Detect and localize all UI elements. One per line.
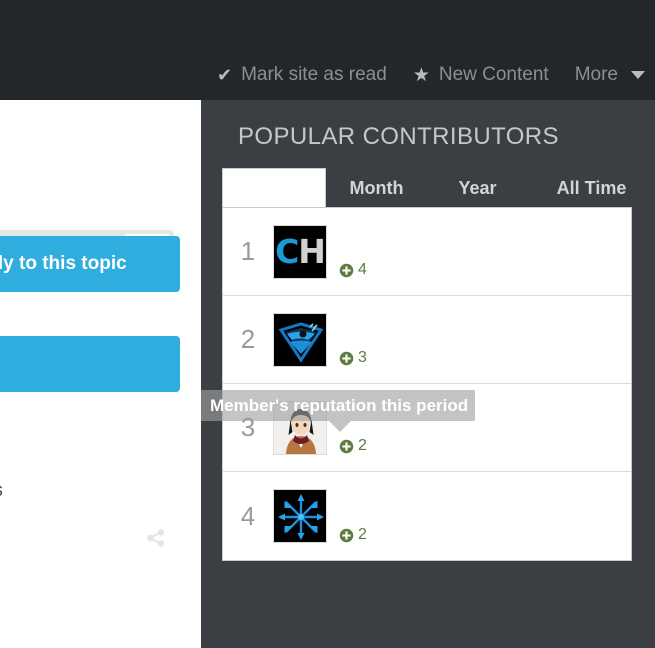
- reputation-value: 2: [358, 526, 367, 543]
- reputation-badge[interactable]: 4: [339, 261, 367, 279]
- share-icon[interactable]: [146, 528, 166, 548]
- contributor-rank: 2: [240, 324, 256, 354]
- reputation-badge[interactable]: 3: [339, 349, 367, 367]
- star-icon: ★: [412, 64, 430, 86]
- list-item[interactable]: 4 2: [223, 472, 631, 560]
- superman-shield-glyph: [274, 313, 326, 366]
- tooltip-arrow-icon: [329, 421, 351, 432]
- reply-to-this-topic-button[interactable]: Reply to this topic: [0, 236, 180, 292]
- mark-site-as-read-button[interactable]: ✔ Mark site as read: [217, 64, 387, 86]
- plus-circle-icon: [339, 351, 354, 365]
- reply-to-this-topic-label: Reply to this topic: [0, 253, 127, 274]
- top-navigation-bar: ✔ Mark site as read ★ New Content More: [0, 0, 655, 100]
- more-label: More: [574, 64, 618, 85]
- tab-year[interactable]: Year: [427, 168, 528, 208]
- contributors-list: 1 CH 4 2 3 3 2 4 2: [222, 207, 632, 561]
- contributor-rank: 1: [240, 236, 256, 266]
- blue-starburst-glyph: [274, 490, 326, 542]
- tab-month[interactable]: Month: [326, 168, 427, 208]
- ch-logo-glyph: CH: [275, 232, 326, 271]
- reputation-value: 3: [358, 349, 367, 366]
- tab-week[interactable]: [222, 168, 326, 208]
- reputation-badge[interactable]: 2: [339, 526, 367, 544]
- reputation-value: 4: [358, 261, 367, 278]
- reputation-value: 2: [358, 437, 367, 454]
- new-content-label: New Content: [438, 64, 549, 85]
- contributor-rank: 4: [240, 500, 256, 531]
- more-menu-button[interactable]: More: [575, 64, 645, 86]
- secondary-action-button[interactable]: [0, 336, 180, 392]
- list-item[interactable]: 1 CH 4: [223, 208, 631, 296]
- reputation-badge[interactable]: 2: [339, 437, 367, 455]
- check-icon: ✔: [216, 65, 233, 85]
- plus-circle-icon: [339, 263, 354, 277]
- list-item[interactable]: 2 3: [223, 296, 631, 384]
- page-title: POPULAR CONTRIBUTORS: [238, 123, 559, 150]
- plus-circle-icon: [339, 439, 354, 453]
- main-content-column: Follow this 0 Reply to this topic ...e h…: [0, 100, 201, 648]
- ch-logo-avatar[interactable]: CH: [273, 224, 327, 279]
- blue-starburst-avatar[interactable]: [273, 489, 327, 543]
- tab-all-time[interactable]: All Time: [528, 168, 655, 208]
- post-excerpt-text: ...e how its: [0, 480, 201, 502]
- chevron-down-icon: [631, 71, 645, 79]
- popular-contributors-sidebar: POPULAR CONTRIBUTORS Month Year All Time…: [201, 100, 655, 648]
- new-content-button[interactable]: ★ New Content: [413, 64, 549, 86]
- top-navigation-items: ✔ Mark site as read ★ New Content More: [217, 64, 645, 86]
- plus-circle-icon: [339, 528, 354, 542]
- tab-all-time-label: All Time: [556, 177, 627, 198]
- tab-year-label: Year: [458, 177, 497, 198]
- tab-month-label: Month: [349, 177, 404, 198]
- mark-site-as-read-label: Mark site as read: [241, 64, 387, 85]
- superman-shield-avatar[interactable]: [273, 312, 327, 367]
- reputation-tooltip: Member's reputation this period: [201, 390, 475, 421]
- period-tabs: Month Year All Time: [222, 168, 655, 208]
